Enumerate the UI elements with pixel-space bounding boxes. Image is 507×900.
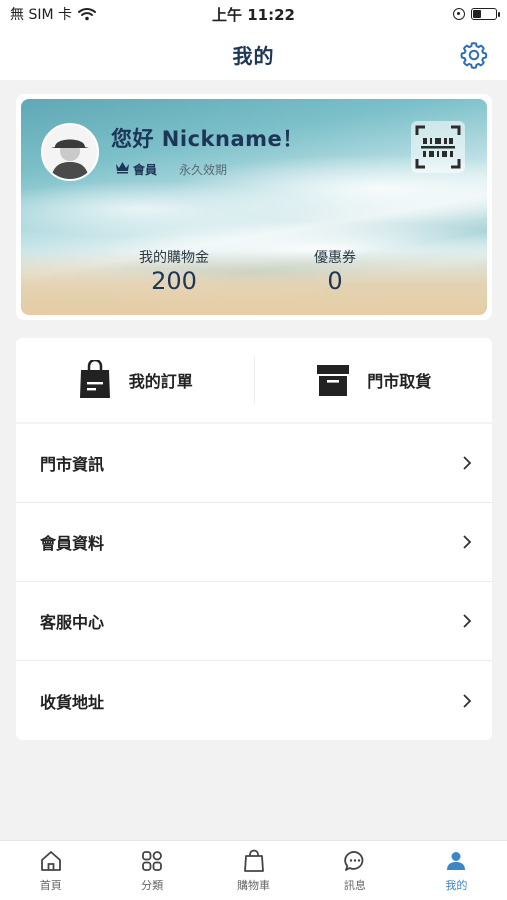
status-left: 無 SIM 卡 [10, 4, 170, 24]
coupon-label: 優惠券 [314, 250, 356, 266]
chevron-right-icon [463, 693, 472, 708]
tab-label: 我的 [445, 879, 468, 892]
tab-label: 分類 [141, 879, 164, 892]
barcode-scan-icon [415, 125, 461, 169]
tab-profile[interactable]: 我的 [406, 841, 507, 900]
carrier-text: 無 SIM 卡 [10, 7, 72, 23]
coupon-value[interactable]: 0 [275, 267, 395, 295]
chevron-right-icon [463, 456, 472, 470]
chevron-right-icon [463, 535, 472, 549]
store-pickup-label: 門市取貨 [367, 372, 432, 391]
tab-cart[interactable]: 購物車 [203, 841, 304, 900]
page-header: 我的 [0, 28, 507, 80]
store-pickup-button[interactable]: 門市取貨 [255, 338, 493, 422]
greeting-text: 您好 Nickname！ [111, 127, 304, 151]
credit-label: 我的購物金 [139, 250, 209, 266]
bottom-tab-bar: 首頁 分類 購物車 訊息 我的 [0, 840, 507, 900]
wifi-icon [78, 8, 96, 21]
battery-icon [471, 8, 500, 20]
gear-icon[interactable] [459, 40, 489, 70]
home-icon [40, 851, 61, 871]
menu-item-label: 會員資料 [40, 534, 105, 553]
battery-level [473, 10, 481, 18]
user-icon [447, 852, 466, 870]
quick-actions: 我的訂單 門市取貨 [16, 338, 492, 422]
orientation-lock-icon [453, 8, 465, 20]
tab-label: 首頁 [39, 879, 62, 892]
user-avatar-icon [43, 125, 97, 179]
menu-item-label: 客服中心 [40, 613, 105, 632]
crown-icon [116, 162, 129, 174]
my-orders-button[interactable]: 我的訂單 [16, 338, 254, 422]
archive-box-icon [317, 365, 350, 396]
member-card-container: 您好 Nickname！ 會員 永久效期 我的購物金 200 優惠券 0 [16, 94, 492, 320]
menu-item-member-info[interactable]: 會員資料 [16, 503, 492, 582]
shopping-bag-icon [79, 360, 110, 398]
tab-label: 購物車 [237, 879, 271, 892]
tab-home[interactable]: 首頁 [0, 841, 101, 900]
barcode-scan-button[interactable] [411, 121, 465, 173]
menu-item-shipping-address[interactable]: 收貨地址 [16, 661, 492, 740]
status-time: 上午 11:22 [212, 5, 295, 24]
member-tier: 會員 [133, 163, 158, 177]
tab-messages[interactable]: 訊息 [304, 841, 405, 900]
chevron-right-icon [463, 614, 472, 628]
menu-item-customer-service[interactable]: 客服中心 [16, 582, 492, 661]
status-bar: 無 SIM 卡 上午 11:22 [0, 0, 507, 28]
menu-item-store-info[interactable]: 門市資訊 [16, 424, 492, 503]
member-card: 您好 Nickname！ 會員 永久效期 我的購物金 200 優惠券 0 [21, 99, 487, 315]
menu-item-label: 收貨地址 [40, 692, 105, 712]
tab-label: 訊息 [343, 879, 366, 892]
shopping-bag-icon [243, 849, 264, 872]
settings-menu: 門市資訊 會員資料 客服中心 收貨地址 [16, 424, 492, 740]
status-right [397, 8, 500, 20]
tab-category[interactable]: 分類 [101, 841, 202, 900]
credit-value[interactable]: 200 [114, 267, 234, 295]
my-orders-label: 我的訂單 [128, 372, 193, 391]
chat-bubble-icon [344, 851, 364, 871]
avatar[interactable] [41, 123, 99, 181]
menu-item-label: 門市資訊 [40, 455, 105, 474]
category-grid-icon [142, 851, 163, 871]
page-title: 我的 [232, 43, 275, 68]
member-validity: 永久效期 [179, 163, 228, 177]
